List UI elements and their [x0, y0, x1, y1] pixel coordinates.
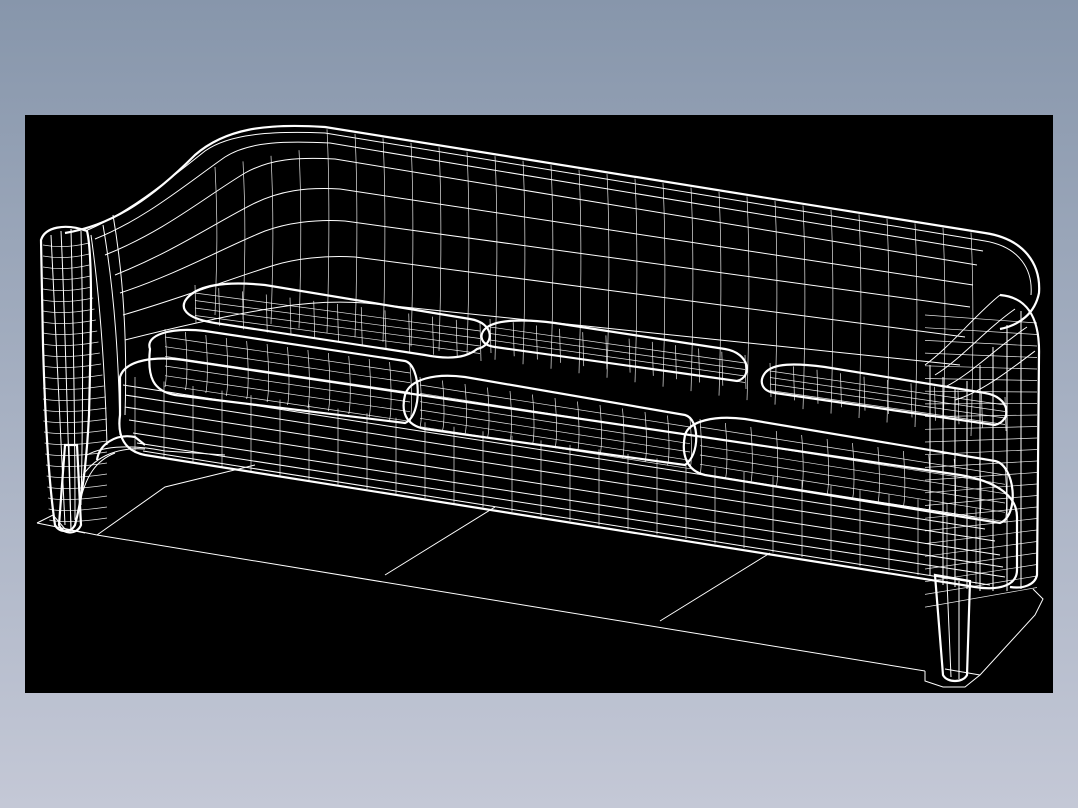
sofa-legs [57, 435, 972, 683]
floor-footprint [36, 464, 1044, 688]
wireframe-mesh [42, 129, 1038, 608]
sofa-left-arm [39, 214, 226, 533]
sofa-right-arm [924, 293, 1041, 591]
cad-viewport[interactable] [25, 115, 1053, 693]
sofa-wireframe [36, 124, 1044, 688]
sofa-base [118, 357, 1019, 590]
